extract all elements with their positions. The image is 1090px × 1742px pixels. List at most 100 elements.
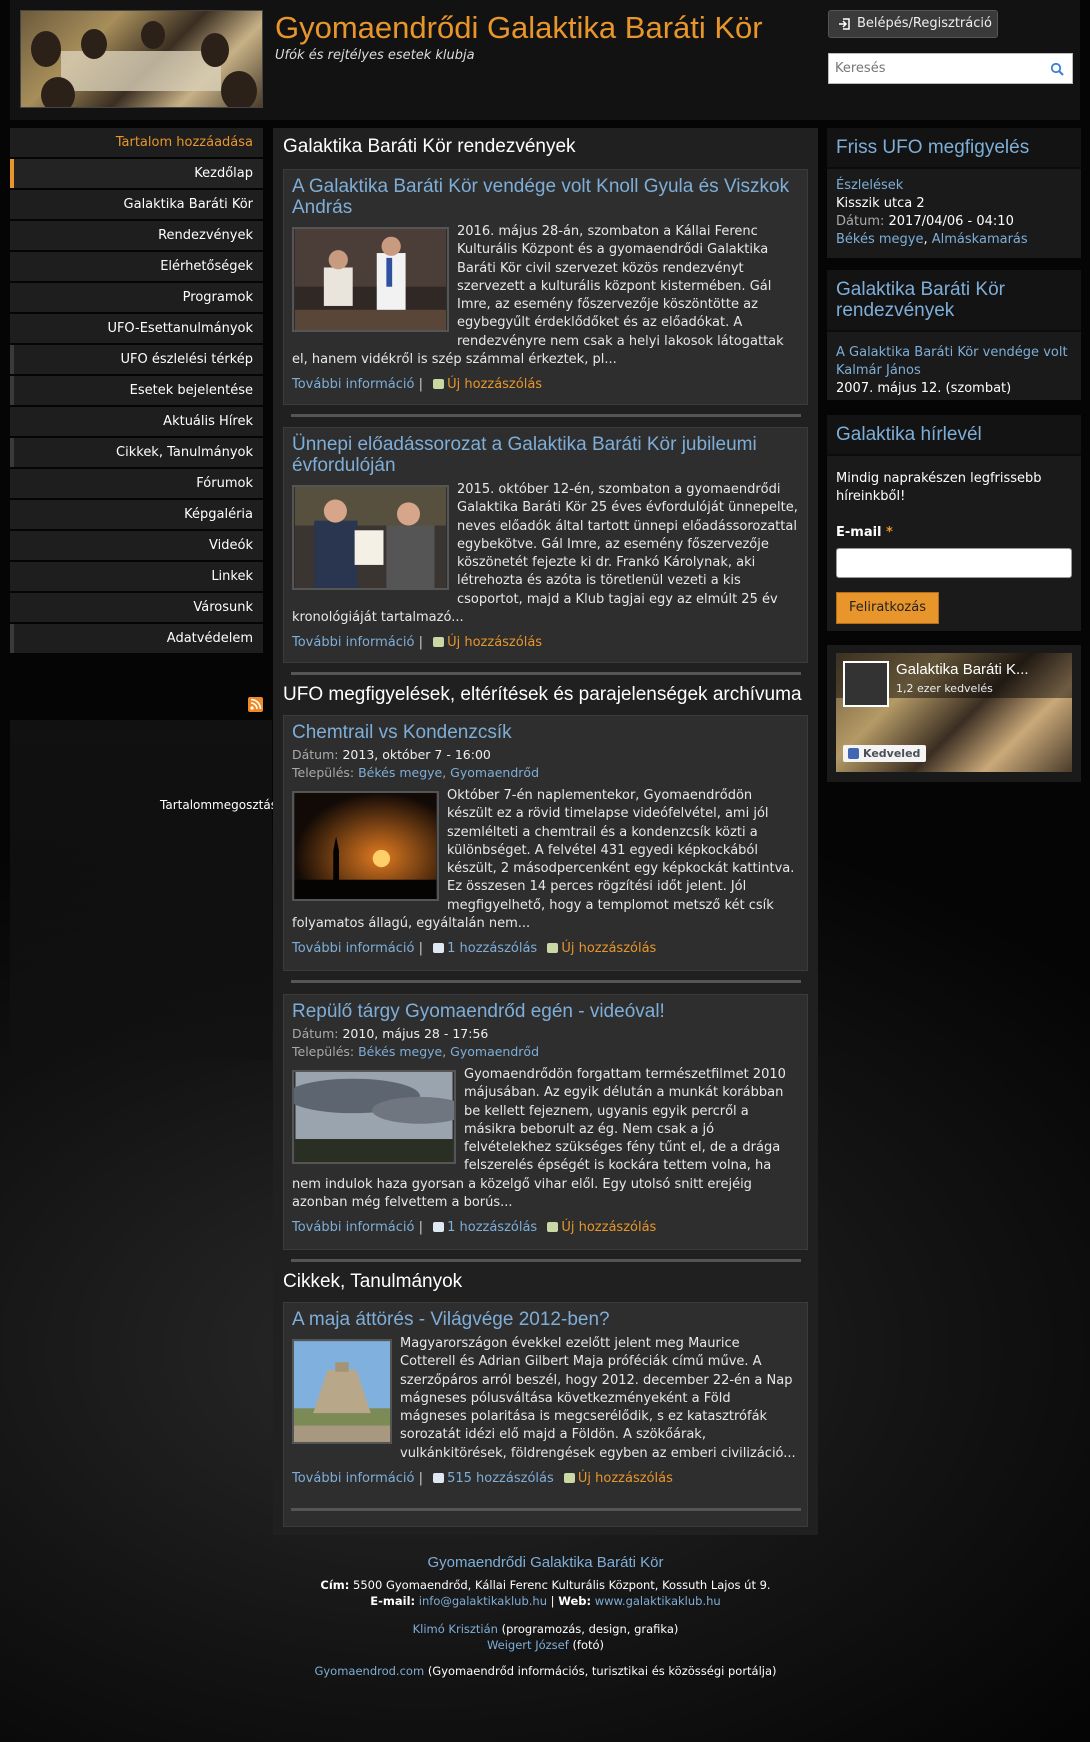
read-more-link[interactable]: További információ (292, 1220, 414, 1235)
article-thumbnail[interactable] (292, 1070, 456, 1164)
read-more-link[interactable]: További információ (292, 941, 414, 956)
new-comment-link[interactable]: Új hozzászólás (447, 635, 542, 650)
new-comment-link[interactable]: Új hozzászólás (561, 941, 656, 956)
article-thumbnail[interactable] (292, 485, 449, 590)
nav-item-ufo-cases[interactable]: UFO-Esettanulmányok (10, 314, 263, 343)
footer-credit-2: Weigert József (fotó) (486, 1638, 605, 1652)
ufo-category-link[interactable]: Észlelések (836, 178, 903, 193)
nav-item-forums[interactable]: Fórumok (10, 469, 263, 498)
new-comment-link[interactable]: Új hozzászólás (561, 1220, 656, 1235)
comments-link[interactable]: 1 hozzászólás (447, 941, 537, 956)
divider (291, 672, 801, 675)
block-events: Galaktika Baráti Kör rendezvények A Gala… (827, 270, 1081, 400)
event-link[interactable]: A Galaktika Baráti Kör vendége volt Kalm… (836, 345, 1068, 378)
article-text: Magyarországon évekkel ezelőtt jelent me… (400, 1336, 796, 1461)
fb-page-name[interactable]: Galaktika Baráti K... (896, 661, 1029, 678)
portal-link[interactable]: Gyomaendrod.com (314, 1664, 424, 1678)
login-label: Belépés/Regisztráció (857, 16, 992, 31)
article-thumbnail[interactable] (292, 1339, 392, 1444)
block-content: Észlelések Kisszik utca 2 Dátum: 2017/04… (836, 178, 1028, 247)
rss-icon[interactable] (248, 697, 263, 712)
search-input[interactable] (829, 54, 1039, 83)
article-thumbnail[interactable] (292, 791, 439, 901)
email-label: E-mail * (836, 525, 893, 540)
newsletter-text: Mindig naprakészen legfrissebb híreinkbő… (836, 471, 1042, 504)
nav-item-articles[interactable]: Cikkek, Tanulmányok (10, 438, 263, 467)
new-comment-link[interactable]: Új hozzászólás (578, 1471, 673, 1486)
nav-item-programs[interactable]: Programok (10, 283, 263, 312)
divider (291, 980, 801, 983)
comment-add-icon (433, 379, 445, 390)
fb-like-button[interactable]: Kedveled (843, 745, 927, 762)
nav-item-home[interactable]: Kezdőlap (10, 159, 263, 188)
ufo-date-label: Dátum: (836, 214, 885, 229)
ufo-city-link[interactable]: Almáskamarás (932, 232, 1028, 247)
site-logo-photo[interactable] (20, 10, 263, 108)
county-link[interactable]: Békés megye (358, 765, 442, 780)
nav-item-ufo-map[interactable]: UFO észlelési térkép (10, 345, 263, 374)
nav-item-city[interactable]: Városunk (10, 593, 263, 622)
nav-item-videos[interactable]: Videók (10, 531, 263, 560)
ufo-county-link[interactable]: Békés megye (836, 232, 924, 247)
comment-add-icon (547, 943, 559, 954)
city-link[interactable]: Gyomaendrőd (450, 1044, 539, 1059)
article-title[interactable]: Repülő tárgy Gyomaendrőd egén - videóval… (284, 995, 807, 1022)
article-title[interactable]: Chemtrail vs Kondenzcsík (284, 716, 807, 743)
nav-item-club[interactable]: Galaktika Baráti Kör (10, 190, 263, 219)
footer-web-link[interactable]: www.galaktikaklub.hu (595, 1594, 721, 1608)
comments-link[interactable]: 515 hozzászólás (447, 1471, 554, 1486)
new-comment-link[interactable]: Új hozzászólás (447, 377, 542, 392)
county-link[interactable]: Békés megye (358, 1044, 442, 1059)
article-title[interactable]: A Galaktika Baráti Kör vendége volt Knol… (284, 170, 807, 218)
nav-item-report-case[interactable]: Esetek bejelentése (10, 376, 263, 405)
nav-item-news[interactable]: Aktuális Hírek (10, 407, 263, 436)
article-chemtrail: Chemtrail vs Kondenzcsík Dátum: 2013, ok… (283, 715, 808, 971)
read-more-link[interactable]: További információ (292, 635, 414, 650)
fb-likes-count: 1,2 ezer kedvelés (896, 682, 993, 695)
search-icon[interactable] (1050, 62, 1064, 76)
facebook-page-widget[interactable]: Galaktika Baráti K... 1,2 ezer kedvelés … (836, 653, 1072, 772)
article-flying-object: Repülő tárgy Gyomaendrőd egén - videóval… (283, 994, 808, 1250)
article-body: 2016. május 28-án, szombaton a Kállai Fe… (284, 218, 807, 369)
article-date: Dátum: 2010, május 28 - 17:56 (284, 1025, 807, 1043)
email-input[interactable] (836, 548, 1072, 578)
login-button[interactable]: Belépés/Regisztráció (828, 10, 998, 38)
ufo-place: Kisszik utca 2 (836, 196, 925, 211)
nav-item-privacy[interactable]: Adatvédelem (10, 624, 263, 653)
block-latest-ufo: Friss UFO megfigyelés Észlelések Kisszik… (827, 128, 1081, 258)
main-navigation: Tartalom hozzáadása Kezdőlap Galaktika B… (10, 128, 277, 812)
article-place: Település: Békés megye, Gyomaendrőd (292, 765, 540, 780)
block-content: Mindig naprakészen legfrissebb híreinkbő… (827, 456, 1081, 632)
article-title[interactable]: A maja áttörés - Világvége 2012-ben? (284, 1303, 807, 1330)
comments-link[interactable]: 1 hozzászólás (447, 1220, 537, 1235)
nav-item-links[interactable]: Linkek (10, 562, 263, 591)
nav-item-contacts[interactable]: Elérhetőségek (10, 252, 263, 281)
footer-credit-1: Klimó Krisztián (programozás, design, gr… (412, 1622, 679, 1636)
credit-1-link[interactable]: Klimó Krisztián (413, 1622, 498, 1636)
city-link[interactable]: Gyomaendrőd (450, 765, 539, 780)
main-content: Galaktika Baráti Kör rendezvények A Gala… (273, 128, 818, 1535)
footer-email-link[interactable]: info@galaktikaklub.hu (419, 1594, 547, 1608)
ufo-date: 2017/04/06 - 04:10 (888, 214, 1014, 229)
block-newsletter: Galaktika hírlevél Mindig naprakészen le… (827, 415, 1081, 631)
comment-add-icon (547, 1222, 559, 1233)
article-title[interactable]: Ünnepi előadássorozat a Galaktika Baráti… (284, 428, 807, 476)
date-value: 2010, május 28 - 17:56 (342, 1026, 489, 1041)
article-body: 2015. október 12-én, szombaton a gyomaen… (284, 476, 807, 627)
nav-add-content[interactable]: Tartalom hozzáadása (10, 128, 263, 157)
read-more-link[interactable]: További információ (292, 1471, 414, 1486)
site-name[interactable]: Gyomaendrődi Galaktika Baráti Kör (275, 10, 763, 46)
facebook-icon (848, 748, 859, 759)
section-title-events: Galaktika Baráti Kör rendezvények (283, 136, 576, 157)
subscribe-button[interactable]: Feliratkozás (836, 592, 939, 624)
nav-item-events[interactable]: Rendezvények (10, 221, 263, 250)
comment-icon (433, 943, 445, 954)
article-maya: A maja áttörés - Világvége 2012-ben? Mag… (283, 1302, 808, 1527)
nav-item-gallery[interactable]: Képgaléria (10, 500, 263, 529)
article-thumbnail[interactable] (292, 227, 449, 332)
credit-2-link[interactable]: Weigert József (487, 1638, 569, 1652)
fb-page-avatar[interactable] (843, 661, 889, 707)
read-more-link[interactable]: További információ (292, 377, 414, 392)
article-links: További információ | 515 hozzászólás Új … (292, 1471, 673, 1487)
search-form (828, 53, 1073, 84)
